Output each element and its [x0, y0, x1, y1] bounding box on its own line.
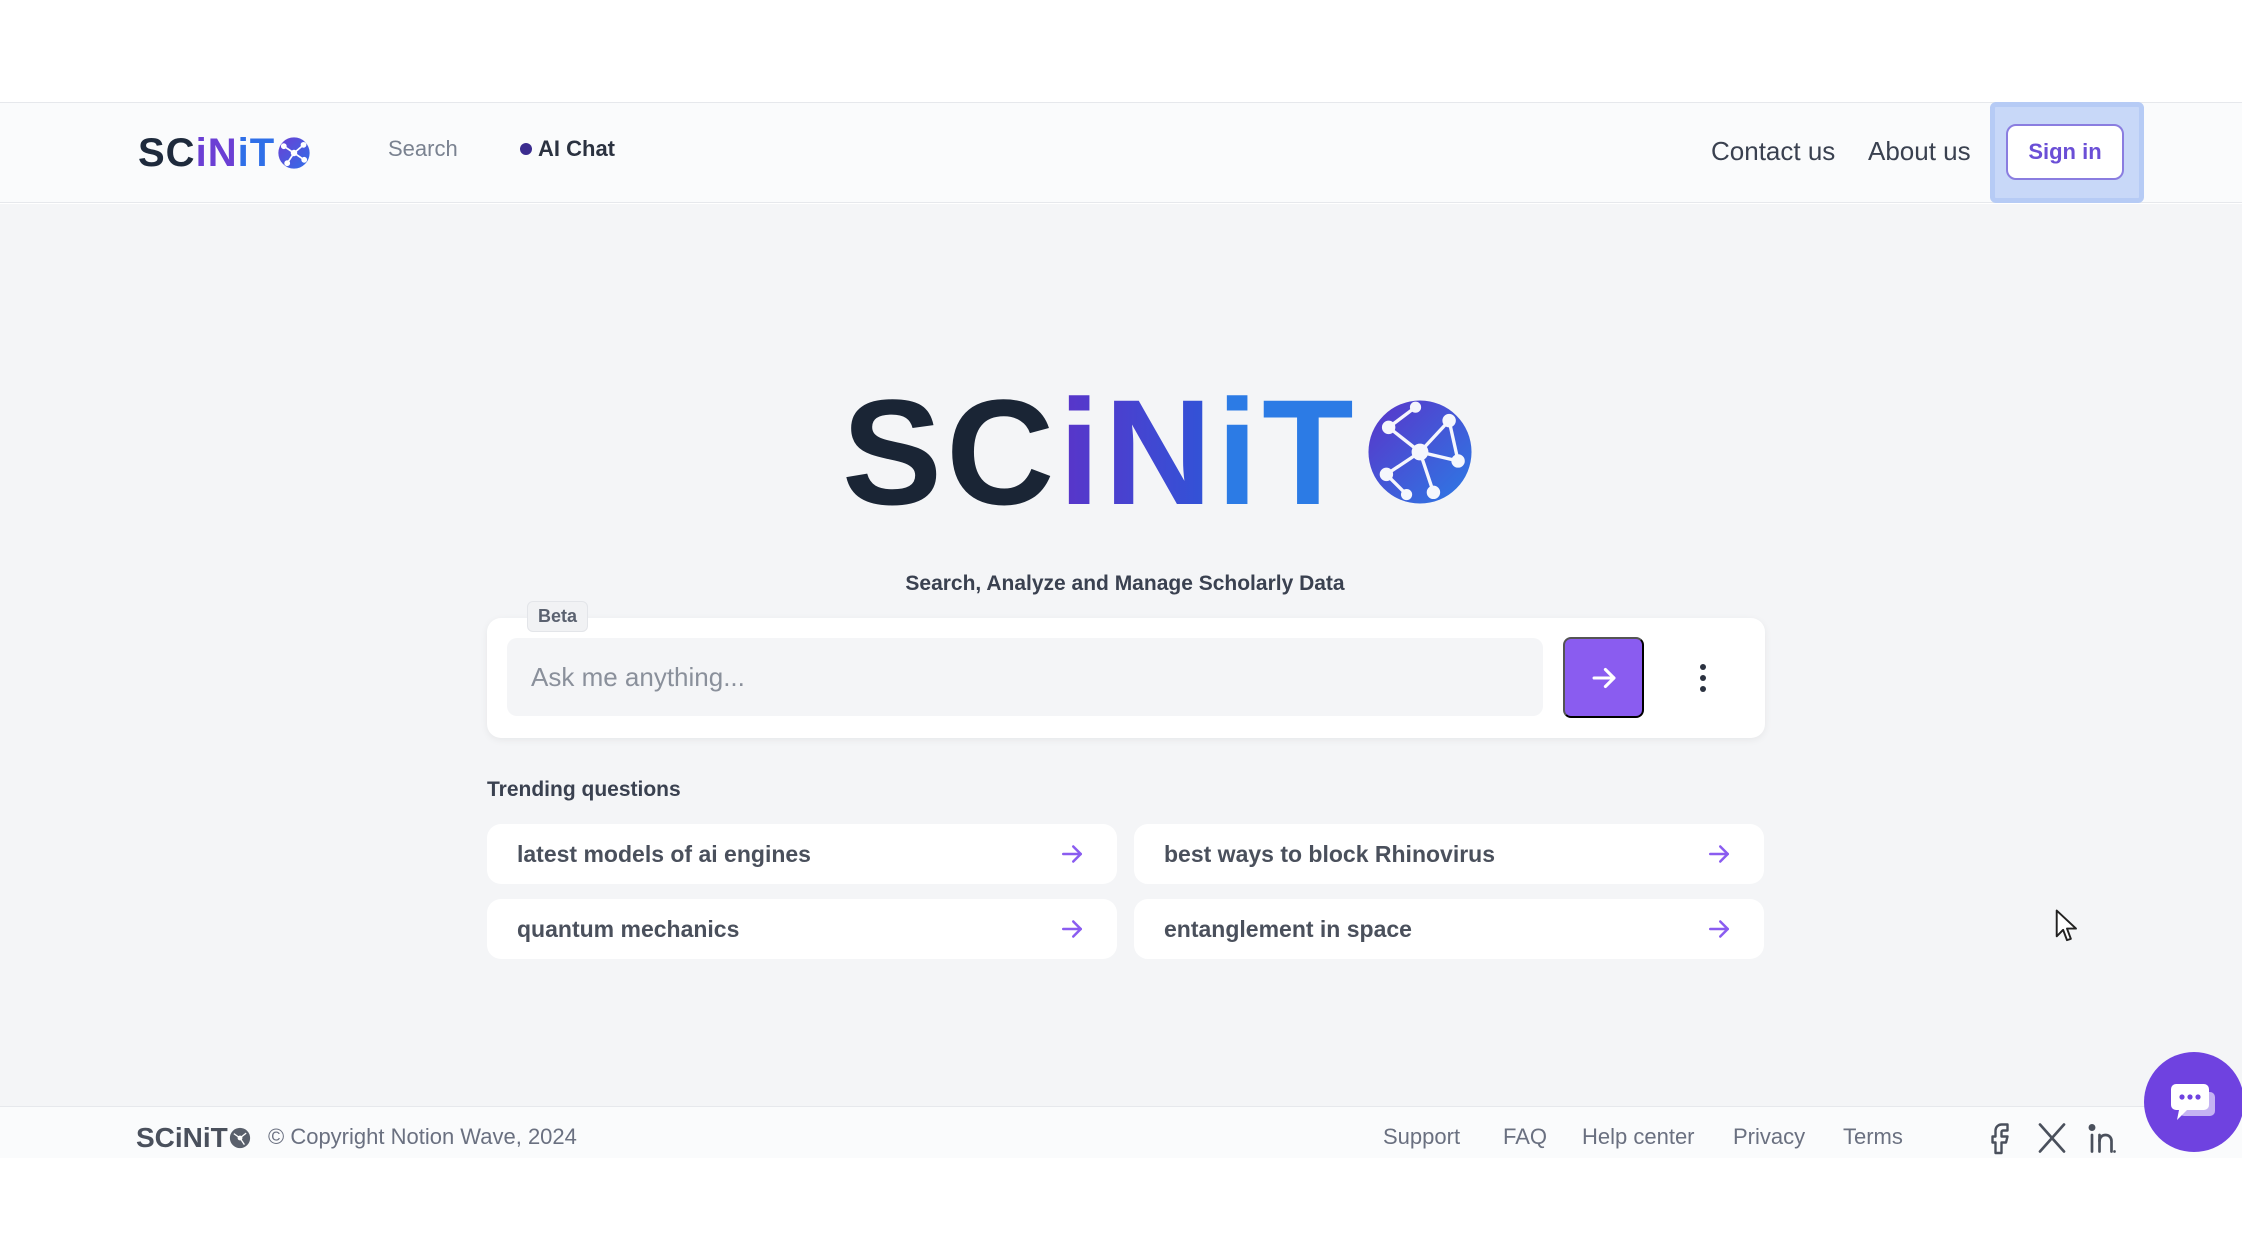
browser-top-area	[0, 0, 2242, 102]
trending-question-label: entanglement in space	[1164, 915, 1412, 942]
active-dot-icon	[520, 143, 532, 155]
hero-logo-sc: SC	[842, 368, 1059, 536]
footer-logo[interactable]: SCiNiT	[136, 1122, 251, 1154]
globe-icon	[1368, 400, 1472, 504]
trending-question[interactable]: quantum mechanics	[487, 899, 1117, 959]
trending-question[interactable]: latest models of ai engines	[487, 824, 1117, 884]
arrow-right-icon	[1709, 920, 1729, 938]
facebook-icon[interactable]	[1982, 1120, 2018, 1156]
ask-input[interactable]	[507, 638, 1543, 716]
hero-logo-it: iT	[1216, 368, 1358, 536]
footer-logo-text: SCiNiT	[136, 1122, 228, 1153]
header-logo[interactable]: SC iN iT	[138, 128, 311, 178]
send-button[interactable]	[1563, 637, 1644, 718]
nav-search-link[interactable]: Search	[388, 136, 458, 162]
kebab-dot	[1700, 664, 1706, 670]
footer-link-support[interactable]: Support	[1383, 1124, 1460, 1150]
x-icon[interactable]	[2034, 1120, 2070, 1156]
trending-question-label: best ways to block Rhinovirus	[1164, 840, 1496, 867]
trending-question-label: latest models of ai engines	[517, 840, 811, 867]
more-options-button[interactable]	[1690, 656, 1716, 700]
arrow-right-icon	[1062, 845, 1082, 863]
footer-link-terms[interactable]: Terms	[1843, 1124, 1903, 1150]
nav-ai-chat-link[interactable]: AI Chat	[520, 136, 615, 162]
globe-icon	[229, 1127, 250, 1149]
trending-question[interactable]: best ways to block Rhinovirus	[1134, 824, 1764, 884]
logo-text-it: iT	[237, 130, 276, 175]
mouse-cursor-icon	[2055, 909, 2077, 942]
copyright-text: © Copyright Notion Wave, 2024	[268, 1124, 577, 1149]
trending-title: Trending questions	[487, 778, 681, 801]
beta-badge: Beta	[527, 601, 589, 632]
contact-us-link[interactable]: Contact us	[1711, 136, 1835, 167]
sign-in-button[interactable]: Sign in	[2006, 124, 2124, 180]
logo-text-sc: SC	[138, 130, 196, 175]
logo-text-in: iN	[195, 130, 238, 175]
about-us-link[interactable]: About us	[1868, 136, 1971, 167]
kebab-dot	[1700, 675, 1706, 681]
chat-widget-button[interactable]	[2144, 1052, 2242, 1152]
nav-ai-chat-label: AI Chat	[538, 136, 615, 161]
hero-logo: SC iN iT	[842, 377, 1476, 527]
footer-link-help-center[interactable]: Help center	[1582, 1124, 1695, 1150]
chat-icon	[2171, 1084, 2215, 1120]
browser-bottom-area	[0, 1158, 2242, 1254]
arrow-right-icon	[1709, 845, 1729, 863]
arrow-right-icon	[1062, 920, 1082, 938]
linkedin-icon[interactable]	[2086, 1120, 2122, 1156]
kebab-dot	[1700, 686, 1706, 692]
footer-link-privacy[interactable]: Privacy	[1733, 1124, 1805, 1150]
footer-link-faq[interactable]: FAQ	[1503, 1124, 1547, 1150]
arrow-right-icon	[1592, 667, 1615, 688]
tagline: Search, Analyze and Manage Scholarly Dat…	[905, 572, 1345, 595]
globe-icon	[278, 137, 310, 169]
trending-question[interactable]: entanglement in space	[1134, 899, 1764, 959]
trending-question-label: quantum mechanics	[517, 915, 740, 942]
hero-logo-in: iN	[1058, 368, 1217, 536]
